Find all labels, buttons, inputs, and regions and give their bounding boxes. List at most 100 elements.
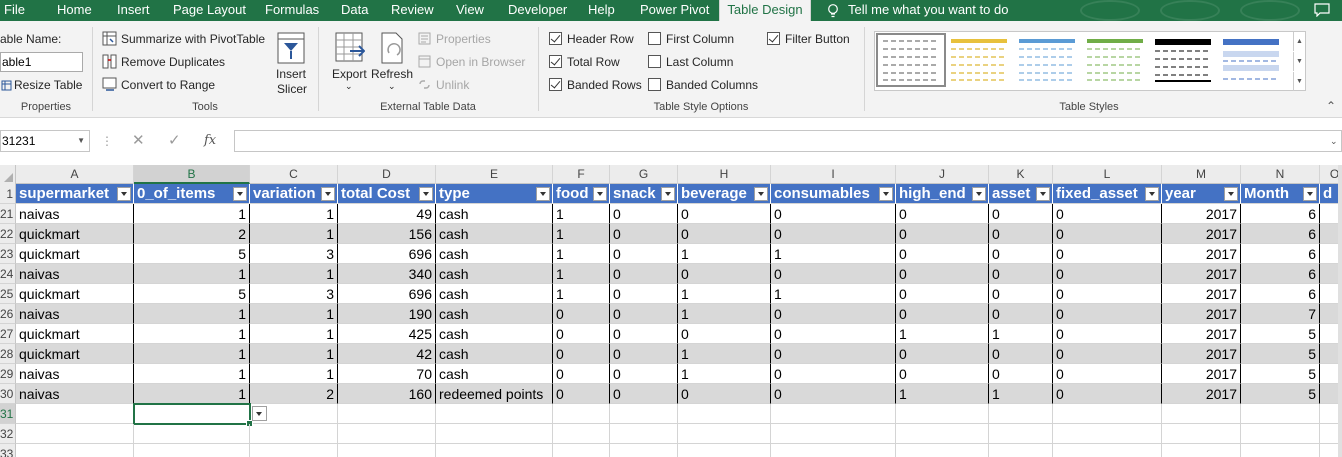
table-cell[interactable]: 1 (553, 224, 610, 244)
empty-cell[interactable] (610, 404, 678, 424)
table-cell[interactable]: 2017 (1162, 304, 1241, 324)
row-header[interactable]: 1 (0, 184, 16, 204)
row-header[interactable]: 27 (0, 324, 16, 344)
table-header-cell[interactable]: variation (250, 184, 338, 204)
table-cell[interactable]: 0 (896, 284, 989, 304)
table-cell[interactable]: 0 (896, 204, 989, 224)
column-header-n[interactable]: N (1241, 165, 1320, 184)
table-cell[interactable]: 1 (553, 264, 610, 284)
table-cell[interactable]: 3 (250, 244, 338, 264)
table-cell[interactable]: 0 (678, 324, 771, 344)
row-header[interactable]: 26 (0, 304, 16, 324)
table-cell[interactable]: 2017 (1162, 284, 1241, 304)
row-header[interactable]: 22 (0, 224, 16, 244)
table-cell[interactable]: 0 (610, 224, 678, 244)
comment-icon[interactable] (1314, 3, 1330, 17)
filter-dropdown-icon[interactable] (879, 187, 893, 201)
row-header[interactable]: 30 (0, 384, 16, 404)
tab-home[interactable]: Home (57, 0, 92, 21)
empty-cell[interactable] (553, 404, 610, 424)
table-header-cell[interactable]: asset (989, 184, 1053, 204)
table-cell[interactable]: 0 (771, 364, 896, 384)
empty-cell[interactable] (436, 444, 553, 457)
table-header-cell[interactable]: 0_of_items (134, 184, 250, 204)
table-cell[interactable]: 1 (989, 384, 1053, 404)
table-cell[interactable]: 0 (989, 284, 1053, 304)
table-cell[interactable]: 0 (771, 304, 896, 324)
tell-me-search[interactable]: Tell me what you want to do (827, 0, 1008, 21)
table-cell[interactable]: 1 (553, 244, 610, 264)
table-cell[interactable]: 2017 (1162, 324, 1241, 344)
empty-cell[interactable] (134, 424, 250, 444)
table-style-light-green[interactable] (1084, 37, 1146, 83)
expand-formula-bar-icon[interactable]: ⌄ (1330, 130, 1338, 152)
table-cell[interactable]: 0 (678, 384, 771, 404)
filter-dropdown-icon[interactable] (593, 187, 607, 201)
table-cell[interactable]: 0 (610, 364, 678, 384)
empty-cell[interactable] (250, 444, 338, 457)
table-cell[interactable]: 1 (771, 244, 896, 264)
table-cell[interactable]: 0 (896, 264, 989, 284)
table-header-cell[interactable]: snack (610, 184, 678, 204)
table-cell[interactable]: 160 (338, 384, 436, 404)
table-cell[interactable]: 0 (678, 204, 771, 224)
table-cell[interactable]: 1 (250, 324, 338, 344)
column-header-h[interactable]: H (678, 165, 771, 184)
empty-cell[interactable] (1241, 444, 1320, 457)
table-name-input[interactable]: able1 (0, 52, 83, 72)
table-cell[interactable]: 0 (1053, 244, 1162, 264)
table-cell[interactable]: quickmart (16, 224, 134, 244)
table-cell[interactable]: 6 (1241, 204, 1320, 224)
tab-data[interactable]: Data (341, 0, 368, 21)
tab-formulas[interactable]: Formulas (265, 0, 319, 21)
empty-cell[interactable] (338, 424, 436, 444)
empty-cell[interactable] (553, 444, 610, 457)
table-cell[interactable]: 0 (610, 264, 678, 284)
table-cell[interactable]: 5 (1241, 344, 1320, 364)
empty-cell[interactable] (1053, 444, 1162, 457)
filter-dropdown-icon[interactable] (972, 187, 986, 201)
table-cell[interactable]: 0 (896, 304, 989, 324)
empty-cell[interactable] (338, 404, 436, 424)
table-cell[interactable]: quickmart (16, 284, 134, 304)
filter-dropdown-icon[interactable] (233, 187, 247, 201)
empty-cell[interactable] (771, 404, 896, 424)
table-cell[interactable]: 1 (134, 344, 250, 364)
empty-cell[interactable] (1162, 404, 1241, 424)
column-header-d[interactable]: D (338, 165, 436, 184)
table-cell[interactable]: 0 (1053, 304, 1162, 324)
export-dropdown-icon[interactable]: ⌄ (345, 81, 353, 92)
table-cell[interactable]: 0 (896, 344, 989, 364)
table-cell[interactable]: 1 (134, 204, 250, 224)
table-cell[interactable]: 0 (1053, 344, 1162, 364)
tab-file[interactable]: File (4, 0, 25, 21)
table-cell[interactable]: 1 (134, 384, 250, 404)
table-cell[interactable]: 0 (771, 384, 896, 404)
empty-cell[interactable] (896, 424, 989, 444)
cancel-icon[interactable]: ✕ (132, 130, 145, 152)
filter-dropdown-icon[interactable] (536, 187, 550, 201)
empty-cell[interactable] (1241, 404, 1320, 424)
column-header-i[interactable]: I (771, 165, 896, 184)
table-cell[interactable]: 6 (1241, 224, 1320, 244)
banded-rows-checkbox[interactable] (549, 78, 562, 91)
table-cell[interactable]: 0 (1053, 284, 1162, 304)
tab-table-design[interactable]: Table Design (719, 0, 811, 21)
table-cell[interactable]: 5 (134, 284, 250, 304)
row-header[interactable]: 25 (0, 284, 16, 304)
table-cell[interactable]: 1 (678, 304, 771, 324)
table-cell[interactable]: naivas (16, 384, 134, 404)
filter-dropdown-icon[interactable] (1303, 187, 1317, 201)
table-cell[interactable]: cash (436, 224, 553, 244)
row-header[interactable]: 21 (0, 204, 16, 224)
empty-cell[interactable] (896, 444, 989, 457)
column-header-k[interactable]: K (989, 165, 1053, 184)
table-cell[interactable]: cash (436, 244, 553, 264)
table-cell[interactable]: naivas (16, 264, 134, 284)
table-cell[interactable]: 1 (250, 264, 338, 284)
table-cell[interactable]: 5 (134, 244, 250, 264)
tab-insert[interactable]: Insert (117, 0, 150, 21)
table-cell[interactable]: cash (436, 264, 553, 284)
empty-cell[interactable] (134, 404, 250, 424)
table-cell[interactable]: cash (436, 324, 553, 344)
